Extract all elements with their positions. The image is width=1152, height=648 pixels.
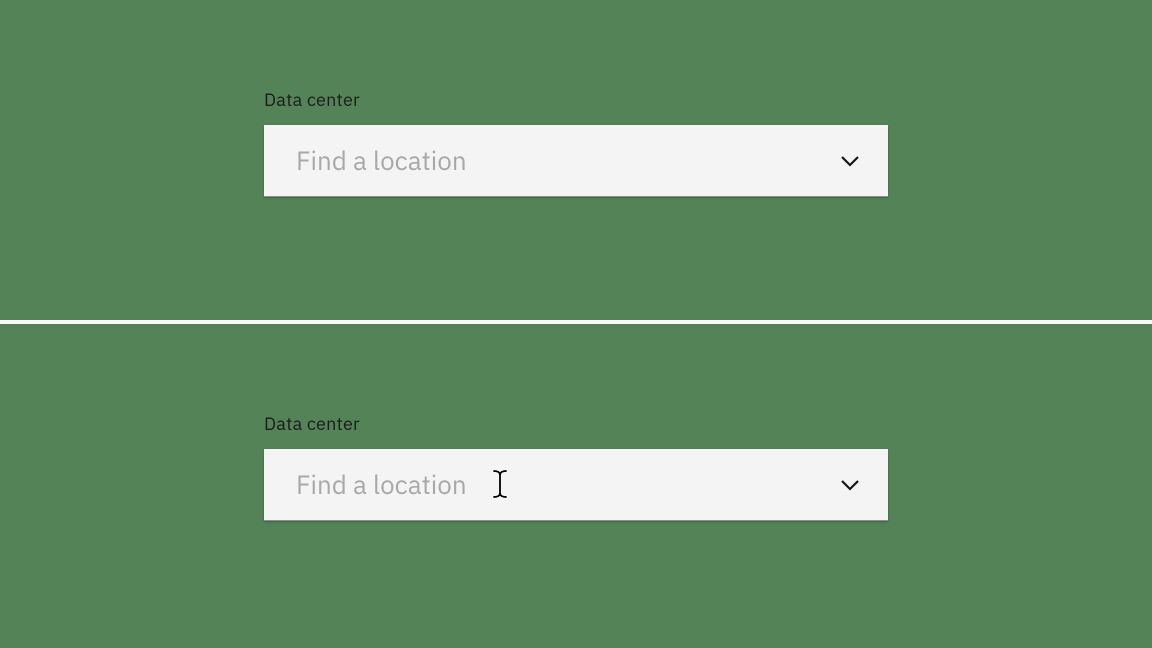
- data-center-field: Data center: [264, 88, 888, 197]
- data-center-combobox-hover[interactable]: [264, 449, 888, 521]
- data-center-label-hover: Data center: [264, 412, 888, 435]
- chevron-down-icon[interactable]: [838, 149, 862, 173]
- data-center-input[interactable]: [264, 125, 888, 196]
- example-canvas: Data center Data center: [0, 0, 1152, 648]
- data-center-combobox[interactable]: [264, 125, 888, 197]
- data-center-label: Data center: [264, 88, 888, 111]
- state-default: Data center: [0, 0, 1152, 324]
- chevron-down-icon[interactable]: [838, 473, 862, 497]
- data-center-input-hover[interactable]: [264, 449, 888, 520]
- data-center-field-hover: Data center: [264, 412, 888, 521]
- state-hover: Data center: [0, 324, 1152, 648]
